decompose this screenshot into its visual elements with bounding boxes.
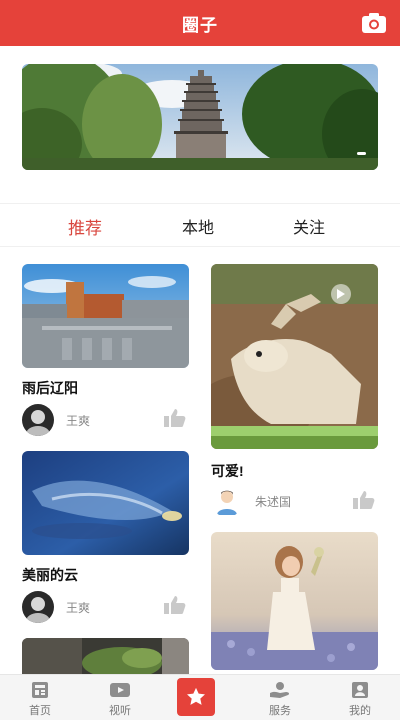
nav-service[interactable]: 服务 [250,681,310,718]
service-hand-icon [270,682,290,698]
thumbs-up-icon[interactable] [164,595,186,615]
post-image[interactable] [22,451,189,555]
nav-profile[interactable]: 我的 [330,681,390,718]
post-title: 美丽的云 [22,567,78,583]
profile-icon [352,682,368,698]
avatar[interactable] [211,485,243,517]
nav-home[interactable]: 首页 [10,681,70,718]
post-image[interactable] [22,638,189,674]
tab-local[interactable]: 本地 [182,214,214,238]
camera-icon[interactable] [361,12,387,34]
post-title: 可爱! [211,463,244,479]
nav-label: 我的 [349,705,371,717]
post-image[interactable] [22,264,189,368]
post-card[interactable]: 美丽的云 王爽 [22,451,189,623]
play-icon [337,289,345,299]
video-icon [110,683,130,697]
post-author[interactable]: 王爽 [22,591,90,623]
post-author[interactable]: 朱述国 [211,485,291,517]
nav-label: 首页 [29,705,51,717]
video-play-badge[interactable] [331,284,351,304]
avatar[interactable] [22,404,54,436]
nav-circle-active[interactable] [177,678,215,716]
nav-label: 视听 [109,705,131,717]
nav-video[interactable]: 视听 [90,681,150,718]
author-name: 朱述国 [255,494,292,509]
tab-follow[interactable]: 关注 [293,214,325,238]
nav-label: 服务 [269,705,291,717]
post-card[interactable] [22,638,189,674]
avatar[interactable] [22,591,54,623]
author-name: 王爽 [66,600,91,615]
banner-carousel[interactable] [22,64,378,170]
post-image[interactable] [211,264,378,449]
post-author[interactable]: 王爽 [22,404,90,436]
thumbs-up-icon[interactable] [164,408,186,428]
post-card[interactable] [211,532,378,670]
pagoda-banner-image [22,64,378,170]
author-name: 王爽 [66,413,91,428]
home-icon [32,682,48,698]
category-tabs: 推荐 本地 关注 [0,203,400,247]
star-icon [187,687,205,705]
thumbs-up-icon[interactable] [353,490,375,510]
tab-recommend[interactable]: 推荐 [68,214,102,239]
post-card[interactable]: 可爱! 朱述国 [211,264,378,524]
page-title: 圈子 [182,15,218,35]
post-card[interactable]: 雨后辽阳 王爽 [22,264,189,436]
top-header: 圈子 [0,0,400,46]
carousel-indicator[interactable] [357,152,366,155]
post-image[interactable] [211,532,378,670]
post-title: 雨后辽阳 [22,380,78,396]
